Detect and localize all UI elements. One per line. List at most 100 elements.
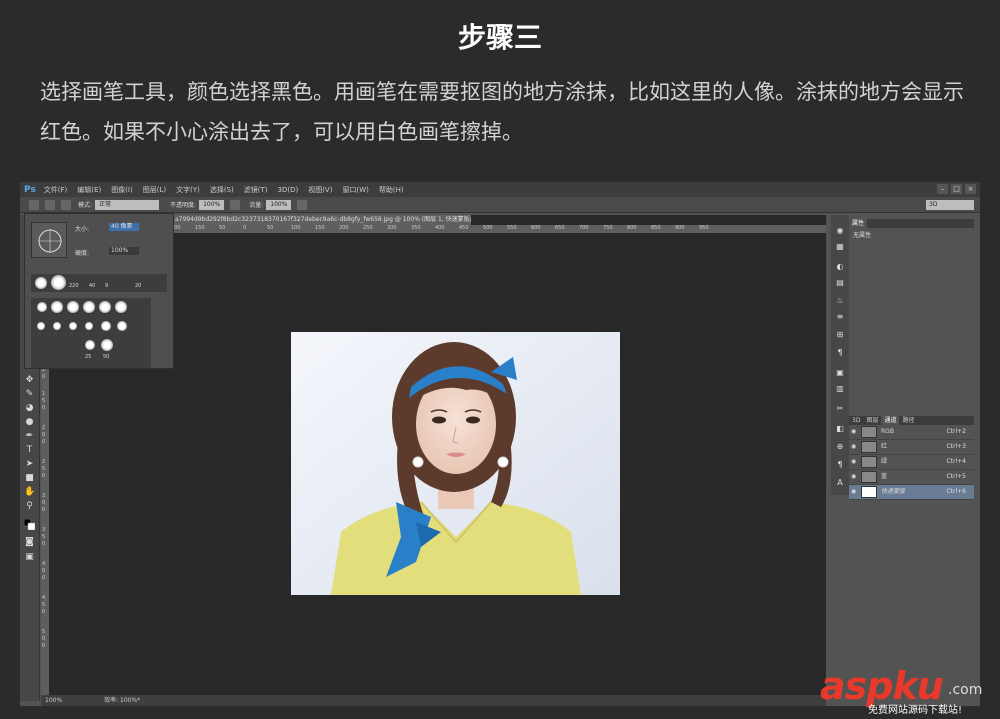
menu-select[interactable]: 选择(S) — [210, 185, 234, 195]
ruler-label: 0 — [42, 636, 46, 642]
efficiency-readout[interactable]: 效率: 100%* — [104, 697, 140, 704]
brush-tool-icon[interactable]: ✎ — [24, 389, 35, 400]
character-icon[interactable]: A — [834, 477, 846, 489]
brush-tool-icon[interactable] — [29, 199, 39, 210]
rectangle-tool-icon[interactable]: ■ — [24, 473, 35, 484]
menu-window[interactable]: 窗口(W) — [342, 185, 368, 195]
dodge-tool-icon[interactable]: ● — [24, 417, 35, 428]
menu-type[interactable]: 文字(Y) — [176, 185, 200, 195]
menu-filter[interactable]: 滤镜(T) — [244, 185, 268, 195]
ruler-label: 2 — [42, 425, 46, 431]
brush-preset[interactable] — [117, 321, 127, 331]
ruler-label: 800 — [627, 225, 637, 231]
mode-select[interactable]: 正常 — [95, 199, 160, 210]
document-photo[interactable] — [291, 332, 620, 595]
visibility-eye-icon[interactable]: ◉ — [851, 459, 858, 465]
timeline-icon[interactable]: ¶ — [834, 459, 846, 471]
brush-preset[interactable] — [83, 301, 95, 313]
tab-properties[interactable]: 属性 — [849, 219, 868, 228]
history-icon[interactable]: ◉ — [834, 225, 846, 237]
brush-preset-picker-icon[interactable] — [45, 199, 55, 210]
brush-preset[interactable] — [53, 322, 61, 330]
zoom-readout[interactable]: 100% — [45, 697, 62, 704]
tools-icon[interactable]: ✂ — [834, 403, 846, 415]
swatches-icon[interactable]: ▦ — [834, 241, 846, 253]
notes-icon[interactable]: ▥ — [834, 383, 846, 395]
tab-3d[interactable]: 3D — [849, 416, 863, 425]
brush-preset[interactable] — [67, 301, 79, 313]
channel-name: 绿 — [881, 458, 888, 465]
adjustments-icon[interactable]: ◐ — [834, 261, 846, 273]
visibility-eye-icon[interactable]: ◉ — [851, 444, 858, 450]
document-tab[interactable]: a7994d9bd292f8bd2c3237318370167f327debec… — [171, 215, 471, 225]
menu-image[interactable]: 图像(I) — [111, 185, 133, 195]
brush-preset[interactable] — [51, 301, 63, 313]
zoom-tool-icon[interactable]: ⚲ — [24, 501, 35, 512]
brush-panel-toggle-icon[interactable] — [61, 199, 71, 210]
brush-preset[interactable] — [37, 302, 47, 312]
brush-preset[interactable] — [37, 322, 45, 330]
tab-paths[interactable]: 路径 — [899, 416, 917, 425]
channel-shortcut: Ctrl+3 — [946, 443, 966, 450]
blur-tool-icon[interactable]: ◕ — [24, 403, 35, 414]
channel-row-quick-mask[interactable]: ◉ 快速蒙版 Ctrl+6 — [849, 485, 974, 500]
minimize-button[interactable]: – — [937, 184, 948, 194]
flow-input[interactable]: 100% — [266, 199, 292, 210]
size-input[interactable]: 40 像素 — [109, 223, 139, 231]
visibility-eye-icon[interactable]: ◉ — [851, 474, 858, 480]
color-swatch-icon[interactable] — [23, 518, 36, 531]
brush-preset[interactable] — [85, 340, 95, 350]
quick-mask-icon[interactable]: ◙ — [24, 537, 35, 548]
menu-help[interactable]: 帮助(H) — [379, 185, 404, 195]
watermark-tld: .com — [948, 682, 983, 698]
hardness-input[interactable]: 100% — [109, 247, 139, 255]
path-selection-tool-icon[interactable]: ➤ — [24, 459, 35, 470]
styles-icon[interactable]: ▤ — [834, 277, 846, 289]
tab-channels[interactable]: 通道 — [881, 416, 900, 425]
brush-preset[interactable] — [115, 301, 127, 313]
info-icon[interactable]: ▣ — [834, 367, 846, 379]
channel-row-red[interactable]: ◉ 红 Ctrl+3 — [849, 440, 974, 455]
move-tool-icon[interactable]: ✥ — [24, 375, 35, 386]
brushes-icon[interactable]: ≡ — [834, 311, 846, 323]
opacity-input[interactable]: 100% — [199, 199, 225, 210]
tool-presets-icon[interactable]: ¶ — [834, 347, 846, 359]
layer-comps-icon[interactable]: ◧ — [834, 423, 846, 435]
brush-preset[interactable] — [99, 301, 111, 313]
brush-preset-picker: 大小: 40 像素 硬度: 100% 220 40 9 20 25 50 — [24, 213, 174, 369]
brush-angle-preview[interactable] — [31, 222, 67, 258]
pen-tool-icon[interactable]: ✒ — [24, 431, 35, 442]
menu-edit[interactable]: 编辑(E) — [77, 185, 101, 195]
menu-3d[interactable]: 3D(D) — [278, 186, 299, 194]
channel-row-blue[interactable]: ◉ 蓝 Ctrl+5 — [849, 470, 974, 485]
menu-layer[interactable]: 图层(L) — [143, 185, 166, 195]
ps-logo: Ps — [24, 184, 36, 195]
clone-source-icon[interactable]: ⊞ — [834, 329, 846, 341]
brush-preset[interactable] — [101, 321, 111, 331]
brush-preset[interactable] — [101, 339, 113, 351]
brush-preset[interactable] — [69, 322, 77, 330]
pressure-opacity-icon[interactable] — [230, 199, 241, 210]
tab-layers[interactable]: 图层 — [863, 416, 881, 425]
size-label: 大小: — [75, 226, 90, 233]
close-button[interactable]: × — [965, 184, 976, 194]
workspace-select[interactable]: 3D — [926, 200, 974, 210]
menu-file[interactable]: 文件(F) — [44, 185, 68, 195]
airbrush-icon[interactable] — [297, 199, 308, 210]
visibility-eye-icon[interactable]: ◉ — [851, 429, 858, 435]
brush-preset[interactable] — [35, 277, 47, 289]
screen-mode-icon[interactable]: ▣ — [24, 552, 35, 563]
brush-preset[interactable] — [51, 275, 66, 290]
hand-tool-icon[interactable]: ✋ — [24, 487, 35, 498]
brush-preset[interactable] — [85, 322, 93, 330]
type-tool-icon[interactable]: T — [24, 445, 35, 456]
menu-view[interactable]: 视图(V) — [308, 185, 332, 195]
channel-row-rgb[interactable]: ◉ RGB Ctrl+2 — [849, 425, 974, 440]
visibility-eye-icon[interactable]: ◉ — [851, 489, 858, 495]
channel-row-green[interactable]: ◉ 绿 Ctrl+4 — [849, 455, 974, 470]
brush-presets-icon[interactable]: ♨ — [834, 295, 846, 307]
ruler-label: 0 — [42, 507, 46, 513]
maximize-button[interactable]: □ — [951, 184, 962, 194]
channel-name: 蓝 — [881, 473, 888, 480]
actions-icon[interactable]: ⊕ — [834, 441, 846, 453]
